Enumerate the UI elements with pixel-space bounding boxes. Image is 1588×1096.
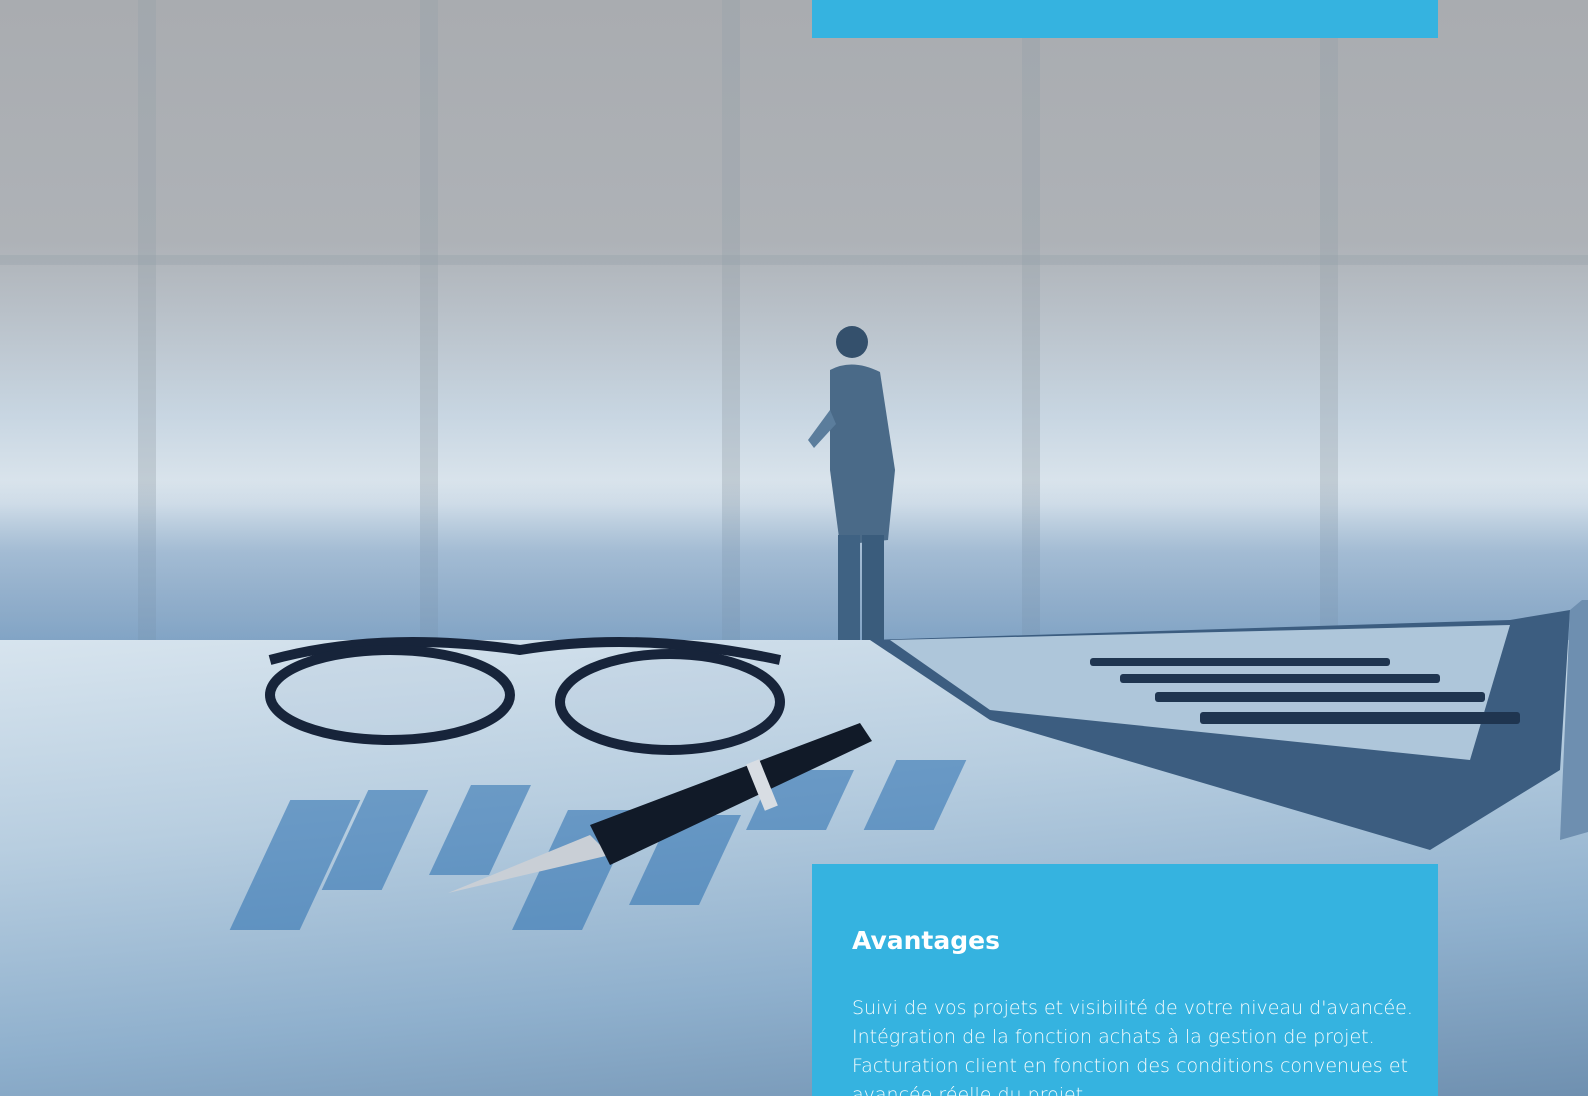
top-accent-panel: [812, 0, 1438, 38]
window-transom: [0, 255, 1588, 265]
advantage-item: Intégration de la fonction achats à la g…: [852, 1026, 1375, 1048]
advantage-item: Suivi de vos projets et visibilité de vo…: [852, 997, 1413, 1019]
laptop-icon: [870, 600, 1588, 850]
hero-background: Avantages Suivi de vos projets et visibi…: [0, 0, 1588, 1096]
advantages-panel: Avantages Suivi de vos projets et visibi…: [812, 864, 1438, 1096]
advantages-title: Avantages: [852, 926, 1000, 955]
advantage-item: Facturation client en fonction des condi…: [852, 1055, 1408, 1096]
